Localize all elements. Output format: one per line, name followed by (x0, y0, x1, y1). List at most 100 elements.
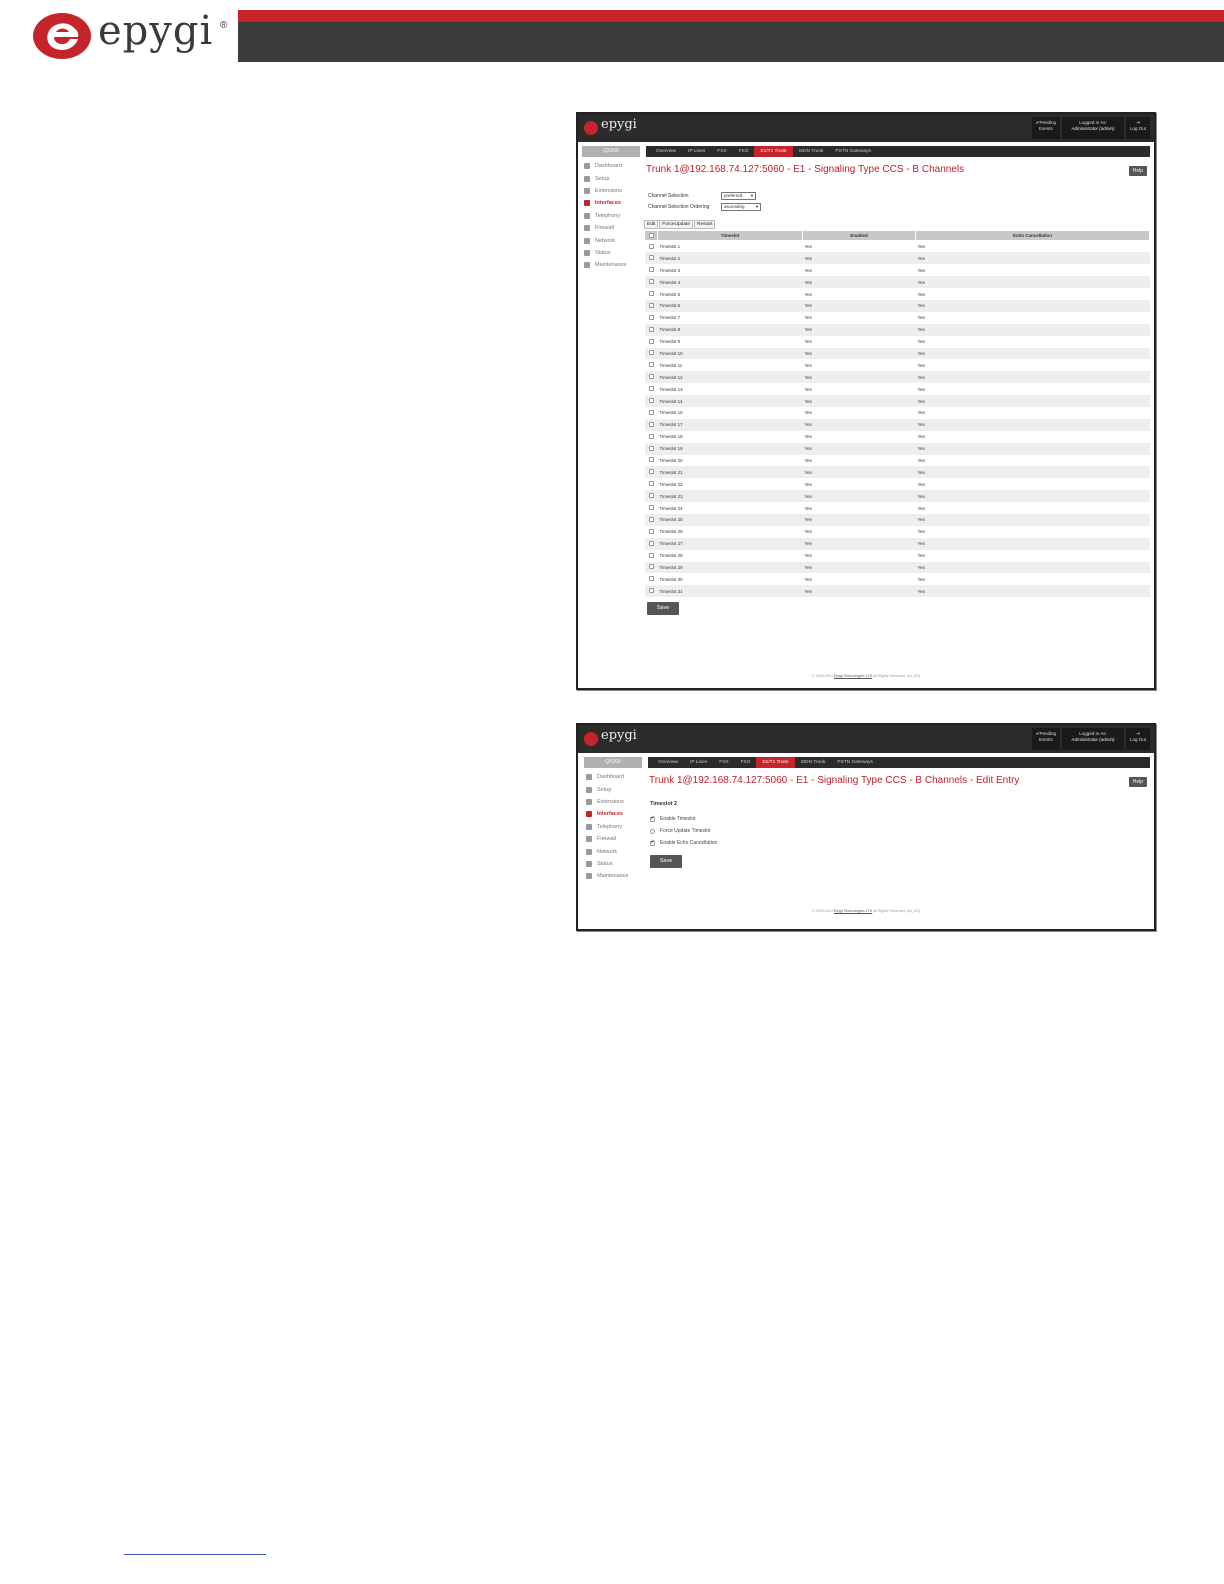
row-checkbox[interactable] (645, 455, 658, 467)
row-checkbox[interactable] (644, 371, 658, 384)
row-checkbox[interactable] (645, 383, 658, 395)
table-row[interactable]: Timeslot 11 Yes Yes (645, 359, 1150, 371)
row-checkbox[interactable] (645, 550, 658, 562)
table-row[interactable]: Timeslot 17 Yes Yes (644, 418, 1150, 431)
row-checkbox[interactable] (645, 502, 658, 514)
table-row[interactable]: Timeslot 29 Yes Yes (644, 561, 1150, 574)
table-row[interactable]: Timeslot 7 Yes Yes (645, 312, 1150, 324)
table-row[interactable]: Timeslot 10 Yes Yes (644, 347, 1150, 360)
table-row[interactable]: Timeslot 31 Yes Yes (644, 585, 1150, 598)
tab-overview[interactable]: Overview (652, 757, 684, 768)
enable-echo-cancellation-option[interactable]: Enable Echo Cancellation (650, 837, 1149, 849)
restart-button[interactable]: Restart (694, 220, 716, 229)
sidebar-item-firewall[interactable]: Firewall (582, 222, 640, 234)
sidebar-item-status[interactable]: Status (584, 858, 642, 870)
table-row[interactable]: Timeslot 23 Yes Yes (644, 490, 1150, 503)
table-row[interactable]: Timeslot 2 Yes Yes (644, 252, 1150, 265)
tab-isdn-trunk[interactable]: ISDN Trunk (795, 757, 832, 768)
tab-fxo[interactable]: FXO (735, 757, 757, 768)
row-checkbox[interactable] (644, 252, 658, 265)
force-update-button[interactable]: ForceUpdate (659, 220, 694, 229)
copyright-link[interactable]: Epygi Technologies LTD (834, 674, 872, 678)
table-row[interactable]: Timeslot 14 Yes Yes (644, 395, 1150, 407)
sidebar-item-dashboard[interactable]: Dashboard (582, 160, 640, 172)
channel-ordering-select[interactable]: ascending ▼ (721, 202, 761, 211)
row-checkbox[interactable] (644, 442, 658, 455)
save-button[interactable]: Save (650, 855, 682, 868)
row-checkbox[interactable] (644, 323, 658, 336)
table-row[interactable]: Timeslot 18 Yes Yes (645, 431, 1150, 443)
row-checkbox[interactable] (644, 418, 658, 431)
row-checkbox[interactable] (644, 537, 658, 550)
sidebar-item-firewall[interactable]: Firewall (584, 833, 642, 845)
sidebar-item-interfaces[interactable]: Interfaces (584, 808, 642, 820)
table-row[interactable]: Timeslot 28 Yes Yes (645, 550, 1150, 562)
tab-fxs[interactable]: FXS (713, 757, 734, 768)
table-row[interactable]: Timeslot 5 Yes Yes (645, 288, 1150, 300)
table-row[interactable]: Timeslot 9 Yes Yes (645, 336, 1150, 348)
edit-button[interactable]: Edit (644, 220, 659, 229)
row-checkbox[interactable] (645, 431, 658, 443)
table-row[interactable]: Timeslot 30 Yes Yes (645, 573, 1150, 585)
tab-e1-t1-trunk[interactable]: E1/T1 Trunk (754, 146, 793, 157)
sidebar-item-extensions[interactable]: Extensions (582, 185, 640, 197)
row-checkbox[interactable] (644, 513, 658, 526)
sidebar-item-dashboard[interactable]: Dashboard (584, 771, 642, 783)
sidebar-item-telephony[interactable]: Telephony (584, 821, 642, 833)
sidebar-item-extensions[interactable]: Extensions (584, 796, 642, 808)
row-checkbox[interactable] (645, 407, 658, 419)
table-row[interactable]: Timeslot 4 Yes Yes (644, 276, 1150, 289)
tab-overview[interactable]: Overview (650, 146, 682, 157)
sidebar-item-setup[interactable]: Setup (582, 172, 640, 184)
table-row[interactable]: Timeslot 19 Yes Yes (644, 442, 1150, 455)
tab-pstn-gateways[interactable]: PSTN Gateways (831, 757, 878, 768)
row-checkbox[interactable] (645, 336, 658, 348)
row-checkbox[interactable] (645, 573, 658, 585)
sidebar-item-network[interactable]: Network (582, 234, 640, 246)
row-checkbox[interactable] (645, 264, 658, 276)
tab-ip-lines[interactable]: IP Lines (684, 757, 713, 768)
copyright-link[interactable]: Epygi Technologies LTD (834, 909, 872, 913)
table-row[interactable]: Timeslot 25 Yes Yes (644, 513, 1150, 526)
table-row[interactable]: Timeslot 27 Yes Yes (644, 537, 1150, 550)
table-row[interactable]: Timeslot 21 Yes Yes (644, 466, 1150, 479)
table-row[interactable]: Timeslot 15 Yes Yes (645, 407, 1150, 419)
force-update-timeslot-option[interactable]: Force Update Timeslot (650, 825, 1149, 837)
table-row[interactable]: Timeslot 22 Yes Yes (645, 478, 1150, 490)
table-row[interactable]: Timeslot 8 Yes Yes (644, 323, 1150, 336)
force-update-timeslot-checkbox[interactable] (650, 828, 655, 834)
row-checkbox[interactable] (644, 299, 658, 312)
table-row[interactable]: Timeslot 24 Yes Yes (645, 502, 1150, 514)
tab-fxs[interactable]: FXS (711, 146, 732, 157)
enable-timeslot-option[interactable]: Enable Timeslot (650, 813, 1149, 825)
tab-pstn-gateways[interactable]: PSTN Gateways (829, 146, 876, 157)
logout-button[interactable]: ⇥ Log Out (1125, 117, 1150, 139)
row-checkbox[interactable] (645, 312, 658, 324)
tab-e1-t1-trunk[interactable]: E1/T1 Trunk (756, 757, 795, 768)
row-checkbox[interactable] (645, 288, 658, 300)
table-row[interactable]: Timeslot 6 Yes Yes (644, 299, 1150, 312)
table-row[interactable]: Timeslot 1 Yes Yes (645, 241, 1150, 253)
table-row[interactable]: Timeslot 13 Yes Yes (645, 383, 1150, 395)
row-checkbox[interactable] (645, 478, 658, 490)
tab-isdn-trunk[interactable]: ISDN Trunk (793, 146, 830, 157)
table-row[interactable]: Timeslot 26 Yes Yes (645, 526, 1150, 538)
row-checkbox[interactable] (645, 241, 658, 253)
row-checkbox[interactable] (644, 490, 658, 503)
pending-events-button[interactable]: ✔Pending Events (1031, 117, 1060, 139)
table-row[interactable]: Timeslot 12 Yes Yes (644, 371, 1150, 384)
row-checkbox[interactable] (645, 526, 658, 538)
sidebar-item-setup[interactable]: Setup (584, 783, 642, 795)
enable-echo-cancellation-checkbox[interactable] (650, 839, 655, 846)
tab-fxo[interactable]: FXO (733, 146, 755, 157)
channel-selection-select[interactable]: preferred ▼ (721, 191, 756, 200)
row-checkbox[interactable] (644, 466, 658, 479)
sidebar-item-telephony[interactable]: Telephony (582, 210, 640, 222)
help-button[interactable]: Help (1128, 166, 1147, 176)
sidebar-item-maintenance[interactable]: Maintenance (582, 259, 640, 271)
sidebar-item-status[interactable]: Status (582, 247, 640, 259)
sidebar-item-network[interactable]: Network (584, 845, 642, 857)
table-row[interactable]: Timeslot 20 Yes Yes (645, 455, 1150, 467)
row-checkbox[interactable] (644, 585, 658, 598)
save-button[interactable]: Save (647, 602, 679, 616)
